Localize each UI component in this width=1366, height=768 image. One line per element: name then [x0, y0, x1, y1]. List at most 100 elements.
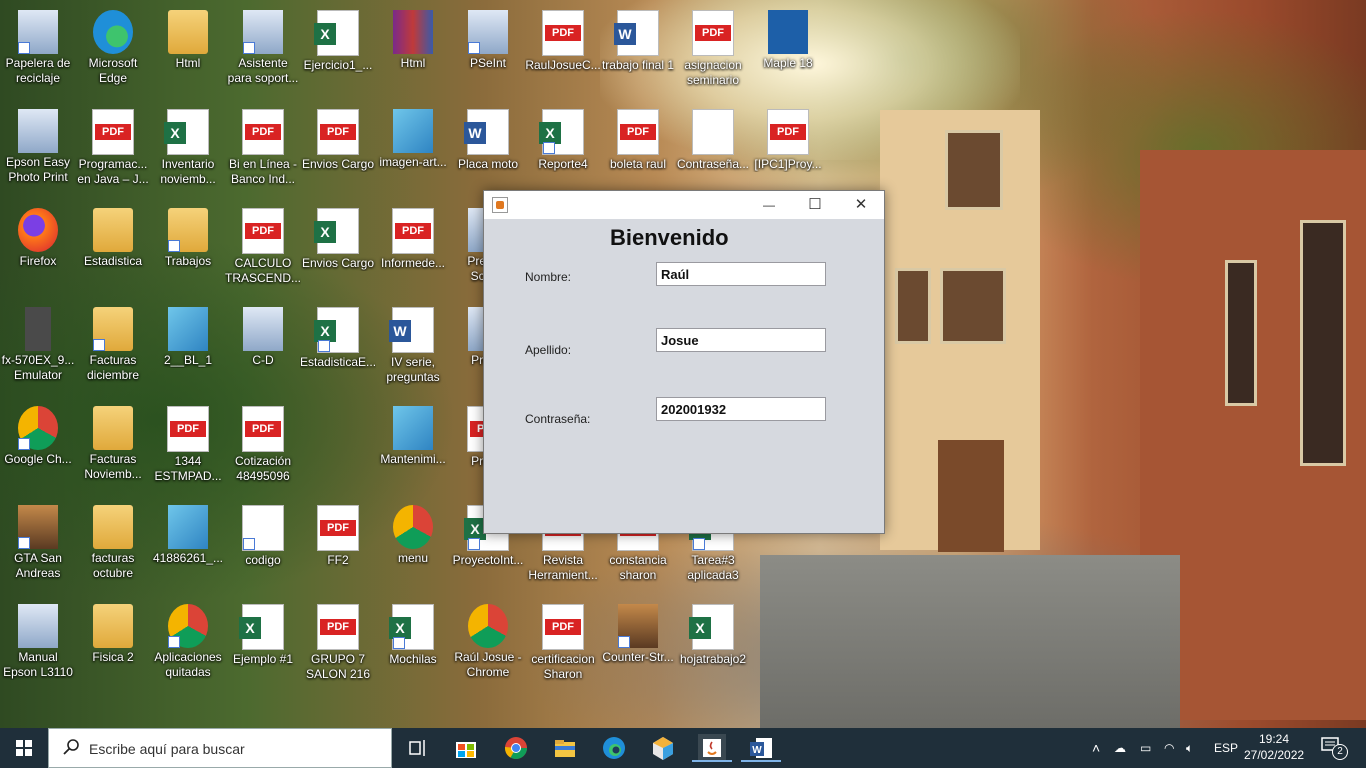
chrome-taskbar-icon[interactable]	[502, 734, 530, 762]
minimize-button[interactable]: —	[746, 191, 792, 219]
language-indicator[interactable]: ESP	[1214, 728, 1238, 768]
desktop-icon[interactable]: C-D	[225, 299, 301, 395]
desktop-icon[interactable]: Manual Epson L3110	[0, 596, 76, 692]
edge-taskbar-icon[interactable]	[600, 734, 628, 762]
desktop-icon-label: RaulJosueC...	[525, 58, 601, 72]
desktop-icon[interactable]: Informede...	[375, 200, 451, 296]
desktop-icon[interactable]: Cotización 48495096	[225, 398, 301, 494]
desktop-icon[interactable]: IV serie, preguntas	[375, 299, 451, 395]
desktop-icon[interactable]: Inventario noviemb...	[150, 101, 226, 197]
desktop-icon[interactable]: GTA San Andreas	[0, 497, 76, 593]
desktop-icon[interactable]: Counter-Str...	[600, 596, 676, 692]
notifications-button[interactable]: 2	[1320, 736, 1348, 760]
volume-icon[interactable]: 🔈︎	[1186, 728, 1193, 768]
desktop-icon[interactable]: [IPC1]Proy...	[750, 101, 826, 197]
desktop-icon-label: Epson Easy Photo Print	[5, 155, 71, 184]
desktop-icon[interactable]: Contraseña...	[675, 101, 751, 197]
txt-icon	[242, 505, 284, 551]
clock[interactable]: 19:24 27/02/2022	[1244, 731, 1304, 763]
desktop-icon-label: constancia sharon	[609, 553, 667, 582]
desktop-icon[interactable]: asignacion seminario	[675, 2, 751, 98]
desktop-icon[interactable]: Estadistica	[75, 200, 151, 296]
desktop-icon[interactable]: CALCULO TRASCEND...	[225, 200, 301, 296]
battery-icon[interactable]: ▭	[1140, 728, 1151, 768]
word-taskbar-icon[interactable]: W	[741, 734, 781, 762]
desktop-icon-label: trabajo final 1	[601, 58, 675, 72]
desktop-icon[interactable]: 2__BL_1	[150, 299, 226, 395]
desktop-icon[interactable]: Mochilas	[375, 596, 451, 692]
desktop-icon[interactable]: Mantenimi...	[375, 398, 451, 494]
file-explorer-icon[interactable]	[551, 734, 579, 762]
desktop-icon[interactable]: imagen-art...	[375, 101, 451, 197]
desktop-icon-label: IV serie, preguntas	[386, 355, 440, 384]
desktop-icon[interactable]: Html	[375, 2, 451, 98]
desktop-icon[interactable]: Google Ch...	[0, 398, 76, 494]
app-icon	[243, 10, 283, 54]
desktop-icon[interactable]: Html	[150, 2, 226, 98]
onedrive-icon[interactable]: ☁	[1114, 728, 1126, 768]
maximize-button[interactable]: ☐	[792, 191, 838, 219]
desktop-icon[interactable]: boleta raul	[600, 101, 676, 197]
desktop-icon[interactable]: certificacion Sharon	[525, 596, 601, 692]
desktop-icon-label: Fisica 2	[92, 650, 134, 664]
desktop-icon-label: codigo	[245, 553, 281, 567]
desktop-icon[interactable]: Asistente para soport...	[225, 2, 301, 98]
desktop-icon[interactable]: FF2	[300, 497, 376, 593]
desktop-icon-label: Papelera de reciclaje	[5, 56, 71, 85]
desktop-icon[interactable]: Ejemplo #1	[225, 596, 301, 692]
desktop-icon[interactable]: fx-570EX_9... Emulator	[0, 299, 76, 395]
window-titlebar[interactable]: — ☐ ✕	[484, 191, 884, 219]
xls-icon	[689, 604, 734, 650]
close-button[interactable]: ✕	[838, 191, 884, 219]
wifi-icon[interactable]: ◠	[1164, 728, 1174, 768]
desktop-icon[interactable]: 41886261_...	[150, 497, 226, 593]
windows-logo-icon	[16, 740, 32, 756]
desktop-icon[interactable]: EstadisticaE...	[300, 299, 376, 395]
desktop-icon[interactable]: Ejercicio1_...	[300, 2, 376, 98]
game-icon	[618, 604, 658, 648]
desktop-icon[interactable]: Placa moto	[450, 101, 526, 197]
java-taskbar-icon[interactable]	[692, 734, 732, 762]
desktop-icon[interactable]: Maple 18	[750, 2, 826, 98]
desktop-icon[interactable]: Raúl Josue - Chrome	[450, 596, 526, 692]
desktop-icon[interactable]: 1344 ESTMPAD...	[150, 398, 226, 494]
desktop-icon[interactable]: Aplicaciones quitadas	[150, 596, 226, 692]
image-icon	[168, 505, 208, 549]
xls-icon	[164, 109, 209, 155]
password-field[interactable]: 202001932	[656, 397, 826, 421]
desktop-icon[interactable]: Facturas Noviemb...	[75, 398, 151, 494]
desktop-icon[interactable]: Envios Cargo	[300, 200, 376, 296]
nombre-label: Nombre:	[525, 270, 572, 284]
desktop-icon-label: Facturas diciembre	[86, 353, 140, 382]
taskbar-search-box[interactable]: Escribe aquí para buscar	[48, 728, 392, 768]
task-view-icon[interactable]	[404, 734, 432, 762]
desktop-icon-label: Mochilas	[389, 652, 437, 666]
desktop-icon[interactable]: Envios Cargo	[300, 101, 376, 197]
apellido-field[interactable]: Josue	[656, 328, 826, 352]
desktop-icon[interactable]: Papelera de reciclaje	[0, 2, 76, 98]
desktop-icon[interactable]: PSeInt	[450, 2, 526, 98]
desktop-icon[interactable]: Bi en Línea - Banco Ind...	[225, 101, 301, 197]
desktop-icon[interactable]: trabajo final 1	[600, 2, 676, 98]
desktop-icon[interactable]: hojatrabajo2	[675, 596, 751, 692]
microsoft-store-icon[interactable]	[452, 734, 480, 762]
desktop-icon[interactable]: Epson Easy Photo Print	[0, 101, 76, 197]
desktop-icon-label: Tarea#3 aplicada3	[687, 553, 739, 582]
desktop-icon[interactable]: facturas octubre	[75, 497, 151, 593]
desktop-icon[interactable]: codigo	[225, 497, 301, 593]
nombre-field[interactable]: Raúl	[656, 262, 826, 286]
desktop-icon[interactable]: menu	[375, 497, 451, 593]
desktop-icon[interactable]: RaulJosueC...	[525, 2, 601, 98]
start-button[interactable]	[0, 728, 48, 768]
desktop-icon[interactable]: Fisica 2	[75, 596, 151, 692]
desktop-icon[interactable]: Facturas diciembre	[75, 299, 151, 395]
desktop-icon[interactable]: Programac... en Java – J...	[75, 101, 151, 197]
desktop-icon[interactable]: Firefox	[0, 200, 76, 296]
desktop-icon[interactable]: Reporte4	[525, 101, 601, 197]
show-hidden-icons-chevron[interactable]: ˄	[1092, 728, 1100, 768]
pdf-icon	[392, 208, 434, 254]
app-cube-icon[interactable]	[649, 734, 677, 762]
desktop-icon[interactable]: GRUPO 7 SALON 216	[300, 596, 376, 692]
desktop-icon[interactable]: Microsoft Edge	[75, 2, 151, 98]
desktop-icon[interactable]: Trabajos	[150, 200, 226, 296]
